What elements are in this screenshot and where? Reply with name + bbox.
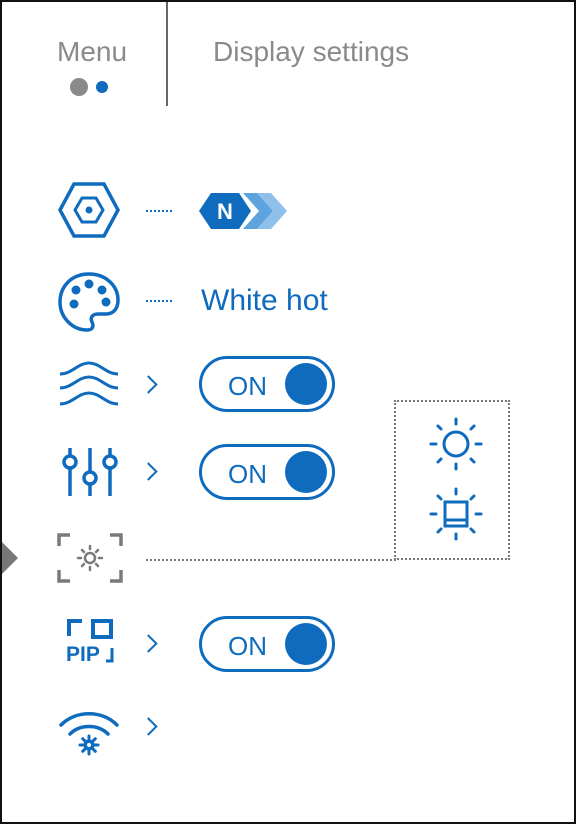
night-mode-badge-icon: N: [199, 193, 287, 229]
toggle-label: ON: [228, 631, 267, 661]
waves-icon: [59, 361, 119, 406]
row-connector: [146, 559, 396, 561]
badge-letter: N: [217, 199, 233, 224]
brightness-frame-icon: [57, 533, 123, 583]
toggle-label: ON: [228, 459, 267, 489]
page-dot-inactive: [70, 78, 88, 96]
smoothing-toggle[interactable]: ON: [199, 356, 335, 412]
page-indicator: [70, 78, 112, 96]
pip-toggle[interactable]: ON: [199, 616, 335, 672]
palette-icon: [58, 272, 120, 332]
page-dot-active: [96, 81, 108, 93]
menu-label[interactable]: Menu: [57, 36, 127, 68]
hexagon-mode-icon: [58, 182, 120, 238]
selection-pointer-icon: [2, 542, 18, 574]
toggle-knob: [285, 451, 327, 493]
display-brightness-icon[interactable]: [428, 486, 484, 542]
toggle-label: ON: [228, 371, 267, 401]
wifi-settings-icon: [59, 712, 119, 756]
row-connector: [146, 300, 172, 302]
pip-text: PIP: [66, 643, 100, 664]
palette-value: White hot: [201, 284, 328, 317]
sliders-icon: [62, 448, 118, 496]
brightness-mode-panel: [394, 400, 510, 560]
adjust-toggle[interactable]: ON: [199, 444, 335, 500]
toggle-knob: [285, 623, 327, 665]
pip-icon: PIP: [66, 619, 114, 664]
row-connector: [146, 210, 172, 212]
sun-icon[interactable]: [428, 416, 484, 472]
toggle-knob: [285, 363, 327, 405]
header-divider: [166, 2, 168, 106]
page-title: Display settings: [213, 36, 410, 67]
